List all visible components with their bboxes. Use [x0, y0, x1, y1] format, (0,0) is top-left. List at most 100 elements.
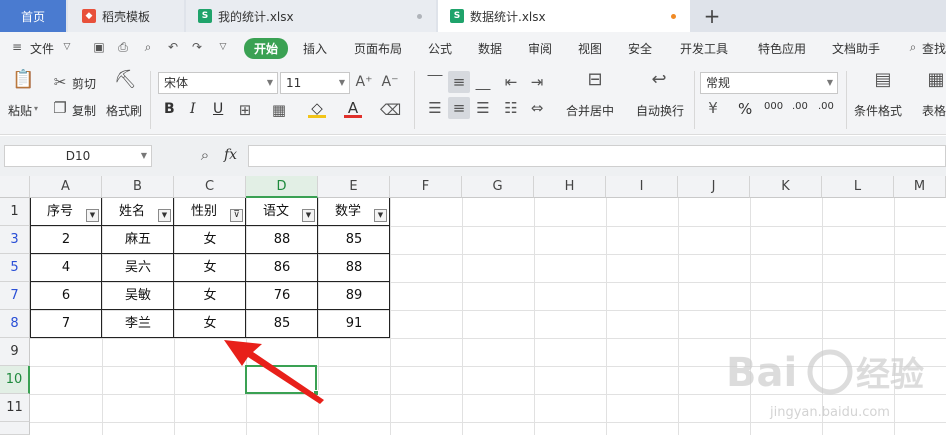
column-header-k[interactable]: K	[750, 176, 822, 198]
conditional-format-button[interactable]: 条件格式	[854, 102, 902, 119]
row-header-7[interactable]: 7	[0, 282, 30, 310]
print-icon[interactable]: ⎙	[116, 40, 130, 54]
decrease-font-icon[interactable]: A⁻	[380, 73, 400, 91]
scissors-icon[interactable]: ✂	[52, 73, 68, 91]
menu-data[interactable]: 数据	[478, 40, 502, 57]
justify-icon[interactable]: ☷	[502, 99, 520, 117]
new-tab-plus-icon[interactable]: +	[700, 4, 724, 28]
tab-data-statistics-active[interactable]: S 数据统计.xlsx	[438, 0, 690, 32]
header-cell-name[interactable]: 姓名	[102, 198, 162, 226]
filter-dropdown-icon[interactable]: ▼	[302, 209, 315, 222]
filter-dropdown-icon[interactable]: ▼	[158, 209, 171, 222]
hamburger-menu-icon[interactable]: ≡	[10, 40, 24, 54]
align-bottom-icon[interactable]: ⎽	[474, 73, 492, 91]
merge-center-button[interactable]: 合并居中	[566, 102, 614, 119]
filter-active-funnel-icon[interactable]: ⊽	[230, 209, 243, 222]
menu-review[interactable]: 审阅	[528, 40, 552, 57]
wrap-text-icon[interactable]: ↩	[648, 71, 670, 89]
redo-icon[interactable]: ↷	[190, 40, 204, 54]
underline-button[interactable]: U	[213, 101, 223, 117]
menu-start[interactable]: 开始	[244, 38, 289, 59]
conditional-format-icon[interactable]: ▤	[872, 71, 894, 89]
merge-center-icon[interactable]: ⊟	[584, 71, 606, 89]
align-center-icon[interactable]: ≡	[450, 99, 468, 117]
data-cell[interactable]: 吴敏	[102, 282, 174, 310]
data-cell[interactable]: 女	[174, 254, 246, 282]
menu-formula[interactable]: 公式	[428, 40, 452, 57]
menu-view[interactable]: 视图	[578, 40, 602, 57]
table-style-icon[interactable]: ▦	[926, 71, 946, 89]
percent-button[interactable]: %	[738, 100, 752, 118]
filter-dropdown-icon[interactable]: ▼	[86, 209, 99, 222]
search-icon[interactable]: ⌕	[906, 40, 920, 54]
tab-docer-templates[interactable]: ◆ 稻壳模板	[68, 0, 184, 32]
bold-button[interactable]: B	[164, 101, 175, 117]
eraser-icon[interactable]: ⌫	[380, 101, 401, 119]
data-cell[interactable]: 2	[30, 226, 102, 254]
menu-file[interactable]: 文件	[30, 40, 54, 57]
menu-special-apps[interactable]: 特色应用	[758, 40, 806, 57]
filter-dropdown-icon[interactable]: ▼	[374, 209, 387, 222]
row-header-1[interactable]: 1	[0, 198, 30, 226]
column-header-d[interactable]: D	[246, 176, 318, 198]
column-header-m[interactable]: M	[894, 176, 946, 198]
data-cell[interactable]: 李兰	[102, 310, 174, 338]
number-format-select[interactable]: 常规 ▼	[700, 72, 838, 94]
font-color-icon[interactable]: A	[344, 101, 362, 118]
distributed-icon[interactable]: ⇔	[528, 99, 546, 117]
quick-access-dropdown-icon[interactable]: ▽	[216, 40, 230, 54]
format-painter-button[interactable]: 格式刷	[106, 102, 142, 119]
increase-indent-icon[interactable]: ⇥	[528, 73, 546, 91]
row-header-3[interactable]: 3	[0, 226, 30, 254]
font-size-select[interactable]: 11 ▼	[280, 72, 350, 94]
align-left-icon[interactable]: ☰	[426, 99, 444, 117]
menu-find[interactable]: 查找	[922, 40, 946, 57]
fill-color-icon[interactable]: ◇	[308, 101, 326, 118]
column-header-f[interactable]: F	[390, 176, 462, 198]
select-all-corner[interactable]	[0, 176, 30, 198]
menu-insert[interactable]: 插入	[303, 40, 327, 57]
decrease-decimal-button[interactable]: .00	[818, 101, 834, 112]
fill-pattern-icon[interactable]: ▦	[270, 101, 288, 119]
increase-font-icon[interactable]: A⁺	[354, 73, 374, 91]
decrease-indent-icon[interactable]: ⇤	[502, 73, 520, 91]
row-header-11[interactable]: 11	[0, 394, 30, 422]
data-cell[interactable]: 7	[30, 310, 102, 338]
print-preview-icon[interactable]: ⌕	[141, 40, 155, 54]
column-header-a[interactable]: A	[30, 176, 102, 198]
copy-icon[interactable]: ❐	[52, 99, 68, 117]
data-cell[interactable]: 女	[174, 226, 246, 254]
column-header-c[interactable]: C	[174, 176, 246, 198]
data-cell[interactable]: 85	[318, 226, 390, 254]
copy-button[interactable]: 复制	[72, 102, 96, 119]
thousand-separator-button[interactable]: 000	[764, 101, 783, 112]
data-cell[interactable]: 6	[30, 282, 102, 310]
wrap-text-button[interactable]: 自动换行	[636, 102, 684, 119]
menu-page-layout[interactable]: 页面布局	[354, 40, 402, 57]
row-header-5[interactable]: 5	[0, 254, 30, 282]
fx-icon[interactable]: fx	[224, 147, 237, 163]
menu-security[interactable]: 安全	[628, 40, 652, 57]
paste-dropdown-icon[interactable]: ▾	[34, 104, 38, 113]
increase-decimal-button[interactable]: .00	[792, 101, 808, 112]
tab-status-dot[interactable]	[417, 14, 422, 19]
undo-icon[interactable]: ↶	[166, 40, 180, 54]
row-header-9[interactable]: 9	[0, 338, 30, 366]
column-header-e[interactable]: E	[318, 176, 390, 198]
column-header-b[interactable]: B	[102, 176, 174, 198]
column-header-j[interactable]: J	[678, 176, 750, 198]
data-cell[interactable]: 吴六	[102, 254, 174, 282]
cut-button[interactable]: 剪切	[72, 75, 96, 92]
data-cell[interactable]: 76	[246, 282, 318, 310]
data-cell[interactable]: 89	[318, 282, 390, 310]
font-name-select[interactable]: 宋体 ▼	[158, 72, 278, 94]
align-middle-icon[interactable]: ≡	[450, 73, 468, 91]
format-painter-icon[interactable]: ⛏	[114, 71, 137, 89]
align-top-icon[interactable]: ⎺	[426, 73, 444, 91]
row-header-12[interactable]	[0, 422, 30, 435]
header-cell-seq[interactable]: 序号	[30, 198, 90, 226]
column-header-h[interactable]: H	[534, 176, 606, 198]
column-header-l[interactable]: L	[822, 176, 894, 198]
menu-doc-assistant[interactable]: 文档助手	[832, 40, 880, 57]
menu-developer-tools[interactable]: 开发工具	[680, 40, 728, 57]
